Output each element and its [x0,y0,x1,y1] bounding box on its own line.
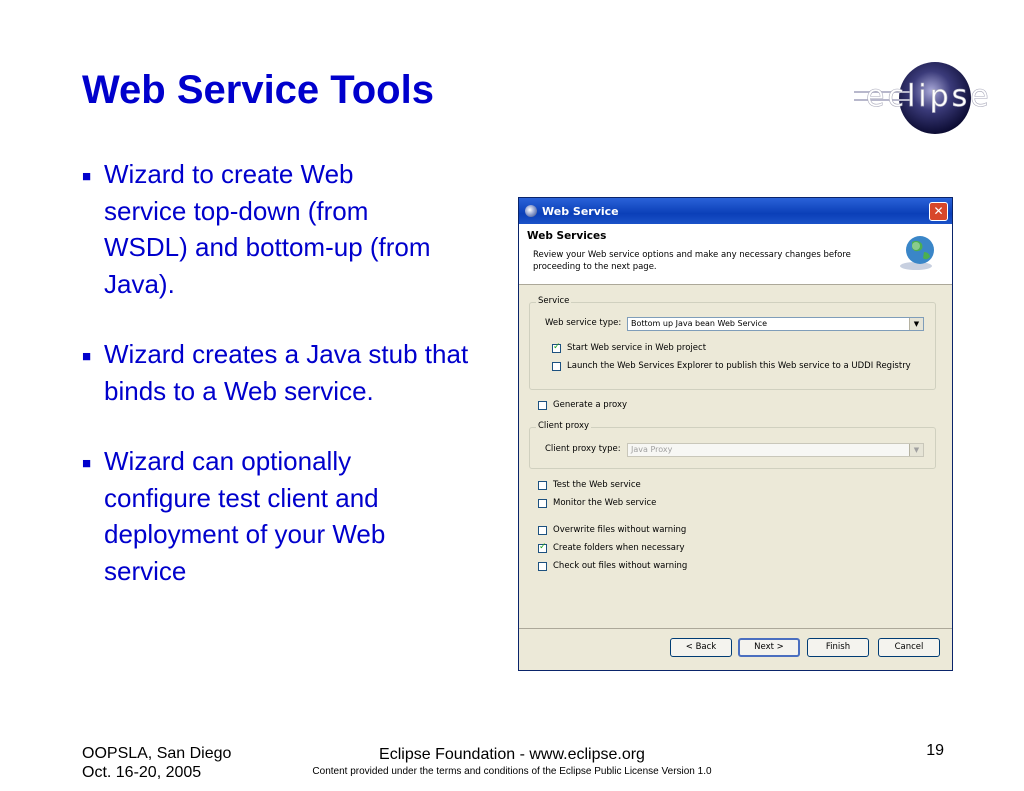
bullet-list: ■ Wizard to create Web service top-down … [82,156,502,623]
slide-title: Web Service Tools [82,68,434,112]
bullet-text: Wizard creates a Java stub that binds to… [104,339,469,406]
checkbox-checked[interactable] [552,342,561,353]
checkout-label: Check out files without warning [553,561,688,571]
client-type-select[interactable]: Java Proxy ▼ [627,443,924,457]
chevron-down-icon[interactable]: ▼ [909,318,923,330]
eclipse-window-icon [525,205,537,217]
cancel-button[interactable]: Cancel [878,638,940,657]
finish-button[interactable]: Finish [807,638,869,657]
create-folders-label: Create folders when necessary [553,543,685,553]
client-proxy-group-label: Client proxy [536,421,592,431]
wizard-banner: Web Services Review your Web service opt… [519,224,952,285]
bullet-mark: ■ [82,455,92,472]
bullet-item: ■ Wizard to create Web service top-down … [82,156,502,302]
page-number: 19 [926,742,944,759]
test-service-label: Test the Web service [553,480,641,490]
generate-proxy-checkbox[interactable]: Generate a proxy [538,400,627,410]
eclipse-logo: eclipse [854,62,992,134]
checkbox-unchecked[interactable] [538,480,547,490]
footer-center: Eclipse Foundation - www.eclipse.org Con… [0,746,1024,777]
client-type-label: Client proxy type: [545,444,621,454]
checkbox-unchecked[interactable] [538,561,547,571]
checkbox-checked[interactable] [538,542,547,553]
banner-title: Web Services [527,230,607,242]
chevron-down-icon[interactable]: ▼ [909,444,923,456]
start-service-label: Start Web service in Web project [567,343,707,353]
dialog-title: Web Service [542,204,619,218]
footer-foundation: Eclipse Foundation - www.eclipse.org [379,746,645,763]
service-type-label-text: Web service type: [545,318,622,328]
create-folders-checkbox[interactable]: Create folders when necessary [538,542,685,553]
monitor-service-checkbox[interactable]: Monitor the Web service [538,498,656,508]
overwrite-checkbox[interactable]: Overwrite files without warning [538,525,686,535]
footer-license: Content provided under the terms and con… [312,766,712,777]
web-service-dialog: Web Service ✕ Web Services Review your W… [518,197,953,671]
start-service-checkbox[interactable]: Start Web service in Web project [552,342,707,353]
checkbox-unchecked[interactable] [538,498,547,508]
launch-explorer-checkbox[interactable]: Launch the Web Services Explorer to publ… [552,361,911,371]
checkbox-unchecked[interactable] [538,400,547,410]
checkbox-unchecked[interactable] [538,525,547,535]
bullet-text: Wizard can optionally configure test cli… [104,446,386,586]
bullet-mark: ■ [82,168,92,185]
monitor-service-label: Monitor the Web service [553,498,657,508]
bullet-text: Wizard to create Web service top-down (f… [104,159,431,299]
banner-description: Review your Web service options and make… [533,250,851,272]
bullet-item: ■ Wizard can optionally configure test c… [82,443,502,589]
globe-icon [900,236,934,270]
service-type-select[interactable]: Bottom up Java bean Web Service ▼ [627,317,924,331]
test-service-checkbox[interactable]: Test the Web service [538,480,641,490]
dialog-titlebar[interactable]: Web Service ✕ [519,198,952,224]
checkbox-unchecked[interactable] [552,361,561,371]
close-button[interactable]: ✕ [929,202,948,221]
checkout-checkbox[interactable]: Check out files without warning [538,561,687,571]
generate-proxy-label: Generate a proxy [553,400,628,410]
next-button[interactable]: Next > [738,638,800,657]
service-type-label: Web service type: [545,318,621,328]
bullet-item: ■ Wizard creates a Java stub that binds … [82,336,502,409]
client-type-value: Java Proxy [631,445,673,454]
button-separator [519,628,952,629]
bullet-mark: ■ [82,348,92,365]
service-group-label: Service [536,296,572,306]
logo-text: eclipse [866,79,992,114]
overwrite-label: Overwrite files without warning [553,525,687,535]
back-button[interactable]: < Back [670,638,732,657]
service-type-value: Bottom up Java bean Web Service [631,319,768,328]
client-type-label-text: Client proxy type: [545,444,621,454]
launch-explorer-label: Launch the Web Services Explorer to publ… [567,361,911,371]
